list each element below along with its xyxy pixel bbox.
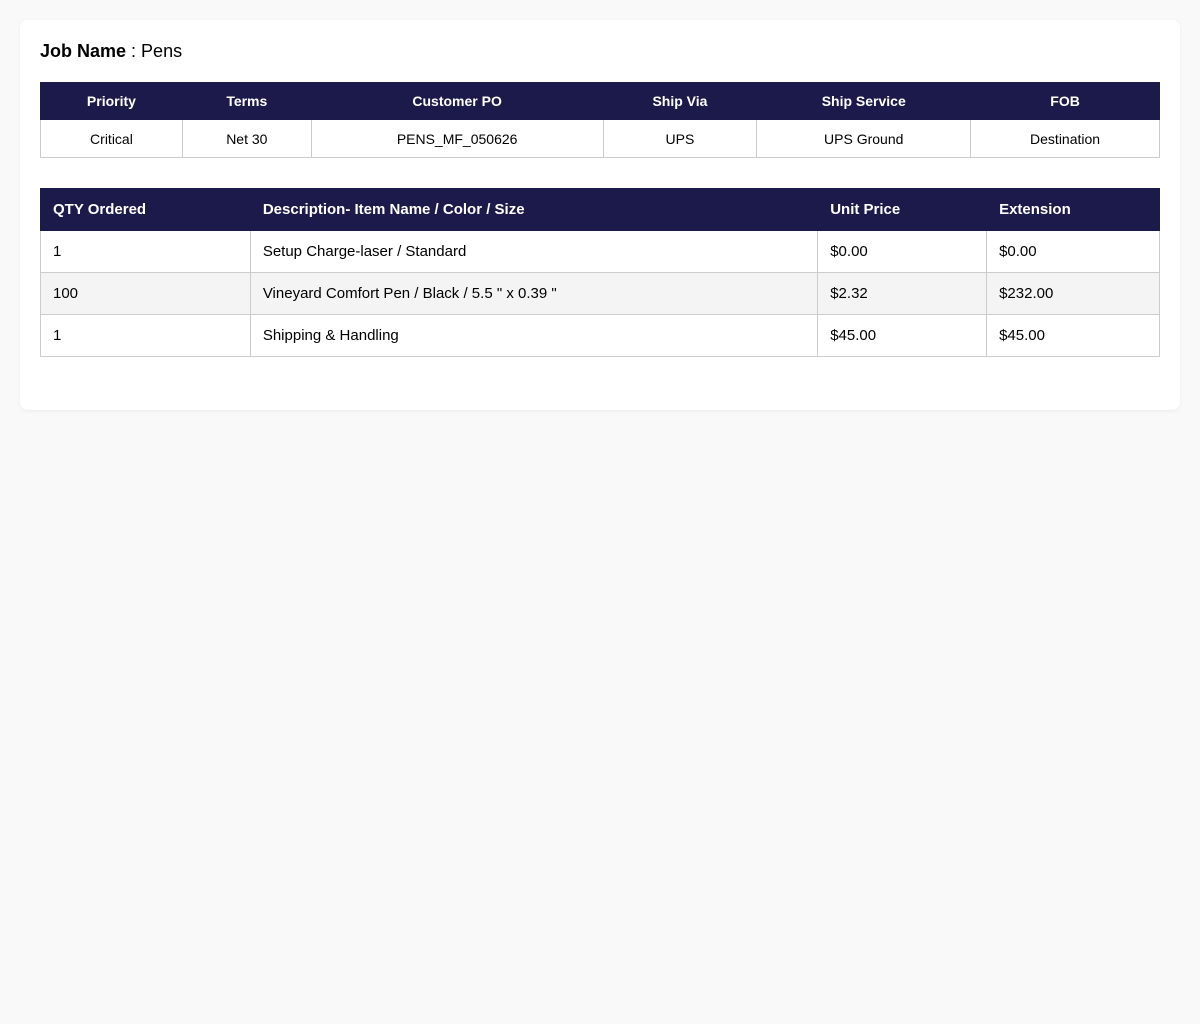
header-ship-service: Ship Service <box>756 82 972 120</box>
header-description: Description- Item Name / Color / Size <box>249 188 819 231</box>
value-terms: Net 30 <box>181 119 312 158</box>
cell-description: Setup Charge-laser / Standard <box>249 230 819 273</box>
job-name-label: Job Name <box>40 41 127 61</box>
job-name-line: Job Name : Pens <box>40 40 1160 62</box>
order-info-value-row: Critical Net 30 PENS_MF_050626 UPS UPS G… <box>40 119 1160 158</box>
value-ship-service: UPS Ground <box>756 119 972 158</box>
cell-qty: 1 <box>40 230 251 273</box>
cell-unit-price: $2.32 <box>817 272 988 315</box>
job-name-separator: : <box>126 41 142 61</box>
cell-unit-price: $0.00 <box>817 230 988 273</box>
job-name-value: Pens <box>141 41 183 61</box>
header-ship-via: Ship Via <box>602 82 758 120</box>
header-priority: Priority <box>40 82 183 120</box>
cell-extension: $0.00 <box>986 230 1160 273</box>
cell-unit-price: $45.00 <box>817 314 988 357</box>
line-items-table: QTY Ordered Description- Item Name / Col… <box>40 188 1160 357</box>
header-terms: Terms <box>181 82 312 120</box>
line-items-header-row: QTY Ordered Description- Item Name / Col… <box>40 188 1160 231</box>
value-customer-po: PENS_MF_050626 <box>310 119 604 158</box>
order-card: Job Name : Pens Priority Terms Customer … <box>20 20 1180 410</box>
value-priority: Critical <box>40 119 183 158</box>
table-row: 1 Shipping & Handling $45.00 $45.00 <box>40 314 1160 357</box>
header-unit-price: Unit Price <box>817 188 988 231</box>
order-info-table: Priority Terms Customer PO Ship Via Ship… <box>40 82 1160 158</box>
value-ship-via: UPS <box>602 119 758 158</box>
header-customer-po: Customer PO <box>310 82 604 120</box>
cell-extension: $232.00 <box>986 272 1160 315</box>
order-info-header-row: Priority Terms Customer PO Ship Via Ship… <box>40 82 1160 120</box>
cell-description: Shipping & Handling <box>249 314 819 357</box>
cell-qty: 100 <box>40 272 251 315</box>
header-fob: FOB <box>970 82 1160 120</box>
value-fob: Destination <box>970 119 1160 158</box>
header-extension: Extension <box>986 188 1160 231</box>
cell-extension: $45.00 <box>986 314 1160 357</box>
table-row: 100 Vineyard Comfort Pen / Black / 5.5 "… <box>40 272 1160 315</box>
cell-qty: 1 <box>40 314 251 357</box>
table-row: 1 Setup Charge-laser / Standard $0.00 $0… <box>40 230 1160 273</box>
cell-description: Vineyard Comfort Pen / Black / 5.5 " x 0… <box>249 272 819 315</box>
header-qty-ordered: QTY Ordered <box>40 188 251 231</box>
